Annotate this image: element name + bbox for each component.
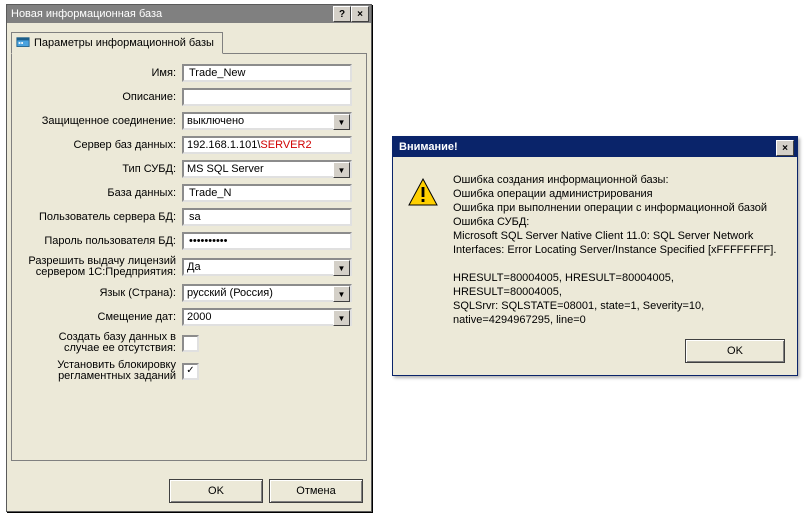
tab-label: Параметры информационной базы <box>34 37 214 49</box>
name-input[interactable] <box>187 66 347 80</box>
label-block-jobs: Установить блокировкурегламентных задани… <box>20 360 178 382</box>
label-allow-lic: Разрешить выдачу лицензийсервером 1С:Пре… <box>20 256 178 278</box>
error-line: native=4294967295, line=0 <box>453 313 783 327</box>
error-line: SQLSrvr: SQLSTATE=08001, state=1, Severi… <box>453 299 783 313</box>
error-text: Ошибка создания информационной базы:Ошиб… <box>453 173 783 327</box>
error-line: Interfaces: Error Locating Server/Instan… <box>453 243 783 257</box>
infobase-icon <box>16 36 30 50</box>
error-line: Microsoft SQL Server Native Client 11.0:… <box>453 229 783 243</box>
tab-strip: Параметры информационной базы <box>11 31 367 53</box>
db-password-input-wrap[interactable] <box>182 232 352 250</box>
dialog-button-row: OK Отмена <box>169 479 363 503</box>
label-secure-conn: Защищенное соединение: <box>20 115 178 127</box>
cancel-button[interactable]: Отмена <box>269 479 363 503</box>
new-infobase-window: Новая информационная база ? × Параметры … <box>6 4 372 512</box>
db-server-prefix: 192.168.1.101\ <box>187 139 260 151</box>
allow-lic-value: Да <box>187 261 347 273</box>
chevron-down-icon[interactable]: ▼ <box>333 114 350 130</box>
db-user-input-wrap[interactable] <box>182 208 352 226</box>
label-language: Язык (Страна): <box>20 287 178 299</box>
db-password-input[interactable] <box>187 234 347 248</box>
description-input[interactable] <box>187 90 347 104</box>
allow-lic-select[interactable]: Да ▼ <box>182 258 352 276</box>
label-db-server: Сервер баз данных: <box>20 139 178 151</box>
error-line: Ошибка СУБД: <box>453 215 783 229</box>
error-title: Внимание! <box>399 141 458 153</box>
label-description: Описание: <box>20 91 178 103</box>
secure-conn-value: выключено <box>187 115 347 127</box>
name-input-wrap[interactable] <box>182 64 352 82</box>
create-db-checkbox[interactable] <box>182 335 199 352</box>
label-create-db: Создать базу данных вслучае ее отсутстви… <box>20 332 178 354</box>
label-name: Имя: <box>20 67 178 79</box>
label-database: База данных: <box>20 187 178 199</box>
tab-page-parameters: Имя: Описание: Защищенное соединение: вы… <box>11 53 367 461</box>
error-line: Ошибка операции администрирования <box>453 187 783 201</box>
error-line: Ошибка создания информационной базы: <box>453 173 783 187</box>
chevron-down-icon[interactable]: ▼ <box>333 310 350 326</box>
close-icon[interactable]: × <box>776 140 794 156</box>
error-line: Ошибка при выполнении операции с информа… <box>453 201 783 215</box>
chevron-down-icon[interactable]: ▼ <box>333 286 350 302</box>
label-db-user: Пользователь сервера БД: <box>20 211 178 223</box>
label-date-offset: Смещение дат: <box>20 311 178 323</box>
close-icon[interactable]: × <box>351 6 369 22</box>
help-button[interactable]: ? <box>333 6 351 22</box>
ok-button[interactable]: OK <box>169 479 263 503</box>
label-dbms-type: Тип СУБД: <box>20 163 178 175</box>
date-offset-select[interactable]: 2000 ▼ <box>182 308 352 326</box>
tab-parameters[interactable]: Параметры информационной базы <box>11 32 223 54</box>
chevron-down-icon[interactable]: ▼ <box>333 162 350 178</box>
description-input-wrap[interactable] <box>182 88 352 106</box>
db-server-red-part: SERVER2 <box>260 139 311 151</box>
db-user-input[interactable] <box>187 210 347 224</box>
window-titlebar: Новая информационная база ? × <box>7 5 371 23</box>
error-dialog: Внимание! × Ошибка создания информационн… <box>392 136 798 376</box>
db-server-input[interactable]: 192.168.1.101\SERVER2 <box>182 136 352 154</box>
date-offset-value: 2000 <box>187 311 347 323</box>
window-title: Новая информационная база <box>11 8 162 20</box>
label-db-password: Пароль пользователя БД: <box>20 235 178 247</box>
error-line: HRESULT=80004005, HRESULT=80004005, HRES… <box>453 271 783 299</box>
dbms-type-value: MS SQL Server <box>187 163 347 175</box>
error-ok-button[interactable]: OK <box>685 339 785 363</box>
database-input-wrap[interactable] <box>182 184 352 202</box>
language-value: русский (Россия) <box>187 287 347 299</box>
dbms-type-select[interactable]: MS SQL Server ▼ <box>182 160 352 178</box>
database-input[interactable] <box>187 186 347 200</box>
block-jobs-checkbox[interactable]: ✓ <box>182 363 199 380</box>
secure-conn-select[interactable]: выключено ▼ <box>182 112 352 130</box>
chevron-down-icon[interactable]: ▼ <box>333 260 350 276</box>
language-select[interactable]: русский (Россия) ▼ <box>182 284 352 302</box>
error-titlebar: Внимание! × <box>393 137 797 157</box>
warning-icon <box>407 177 439 209</box>
